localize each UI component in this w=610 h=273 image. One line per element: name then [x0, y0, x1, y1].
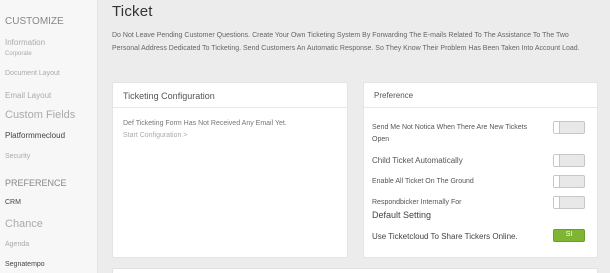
sidebar-item-corporate[interactable]: Corporate: [5, 51, 32, 57]
page-title: Ticket: [112, 3, 153, 20]
start-configuration-link[interactable]: Start Configuration >: [123, 132, 187, 139]
ticketing-configuration-panel: Ticketing Configuration Def Ticketing Fo…: [112, 82, 348, 258]
sidebar-heading-preference: PREFERENCE: [5, 178, 67, 188]
panel-header: Preference: [364, 83, 597, 108]
preference-panel: Preference Send Me Not Notica When There…: [363, 82, 598, 258]
toggle-knob: [554, 155, 560, 166]
enable-all-ticket-toggle[interactable]: [553, 175, 585, 188]
panel-header: Ticketing Configuration: [113, 83, 347, 108]
sidebar-item-email-layout[interactable]: Email Layout: [5, 91, 51, 100]
sidebar-heading-customize: CUSTOMIZE: [5, 16, 64, 27]
preference-label-line2: Default Setting: [372, 210, 432, 220]
panel-title: Preference: [374, 91, 414, 100]
toggle-knob: [554, 176, 560, 187]
page-description: Do Not Leave Pending Customer Questions.…: [112, 32, 580, 52]
toggle-on-label: SI: [565, 231, 573, 238]
sidebar: CUSTOMIZE Information Corporate Document…: [0, 0, 98, 273]
toggle-knob: [554, 197, 560, 208]
preference-label: Use Ticketcloud To Share Tickers Online.: [372, 232, 518, 241]
config-warning-text: Def Ticketing Form Has Not Received Any …: [123, 120, 287, 127]
preference-label: Respondbicker Internally For: [372, 199, 462, 206]
sidebar-item-document-layout[interactable]: Document Layout: [5, 70, 60, 77]
toggle-knob: [554, 122, 560, 133]
panel-title: Ticketing Configuration: [123, 91, 215, 101]
preference-label-line2: Open: [372, 136, 390, 143]
sidebar-item-crm[interactable]: CRM: [5, 199, 21, 206]
sidebar-item-custom-fields[interactable]: Custom Fields: [5, 109, 75, 121]
sidebar-item-information[interactable]: Information: [5, 38, 45, 47]
preference-label: Child Ticket Automatically: [372, 156, 463, 165]
child-ticket-toggle[interactable]: [553, 154, 585, 167]
preference-label: Enable All Ticket On The Ground: [372, 178, 474, 185]
sidebar-item-segnatempo[interactable]: Segnatempo: [5, 261, 45, 268]
new-ticket-notification-toggle[interactable]: [553, 121, 585, 134]
sidebar-item-platformmecloud[interactable]: Platformmecloud: [5, 131, 65, 140]
preference-label: Send Me Not Notica When There Are New Ti…: [372, 124, 528, 131]
main-content: Ticket Do Not Leave Pending Customer Que…: [98, 0, 610, 273]
respond-internally-toggle[interactable]: [553, 196, 585, 209]
sidebar-item-security[interactable]: Security: [5, 153, 30, 160]
sidebar-item-chance[interactable]: Chance: [5, 218, 43, 230]
lower-panel-edge: [112, 268, 598, 273]
sidebar-item-agenda[interactable]: Agenda: [5, 241, 29, 248]
share-tickets-online-toggle[interactable]: SI: [553, 229, 585, 242]
